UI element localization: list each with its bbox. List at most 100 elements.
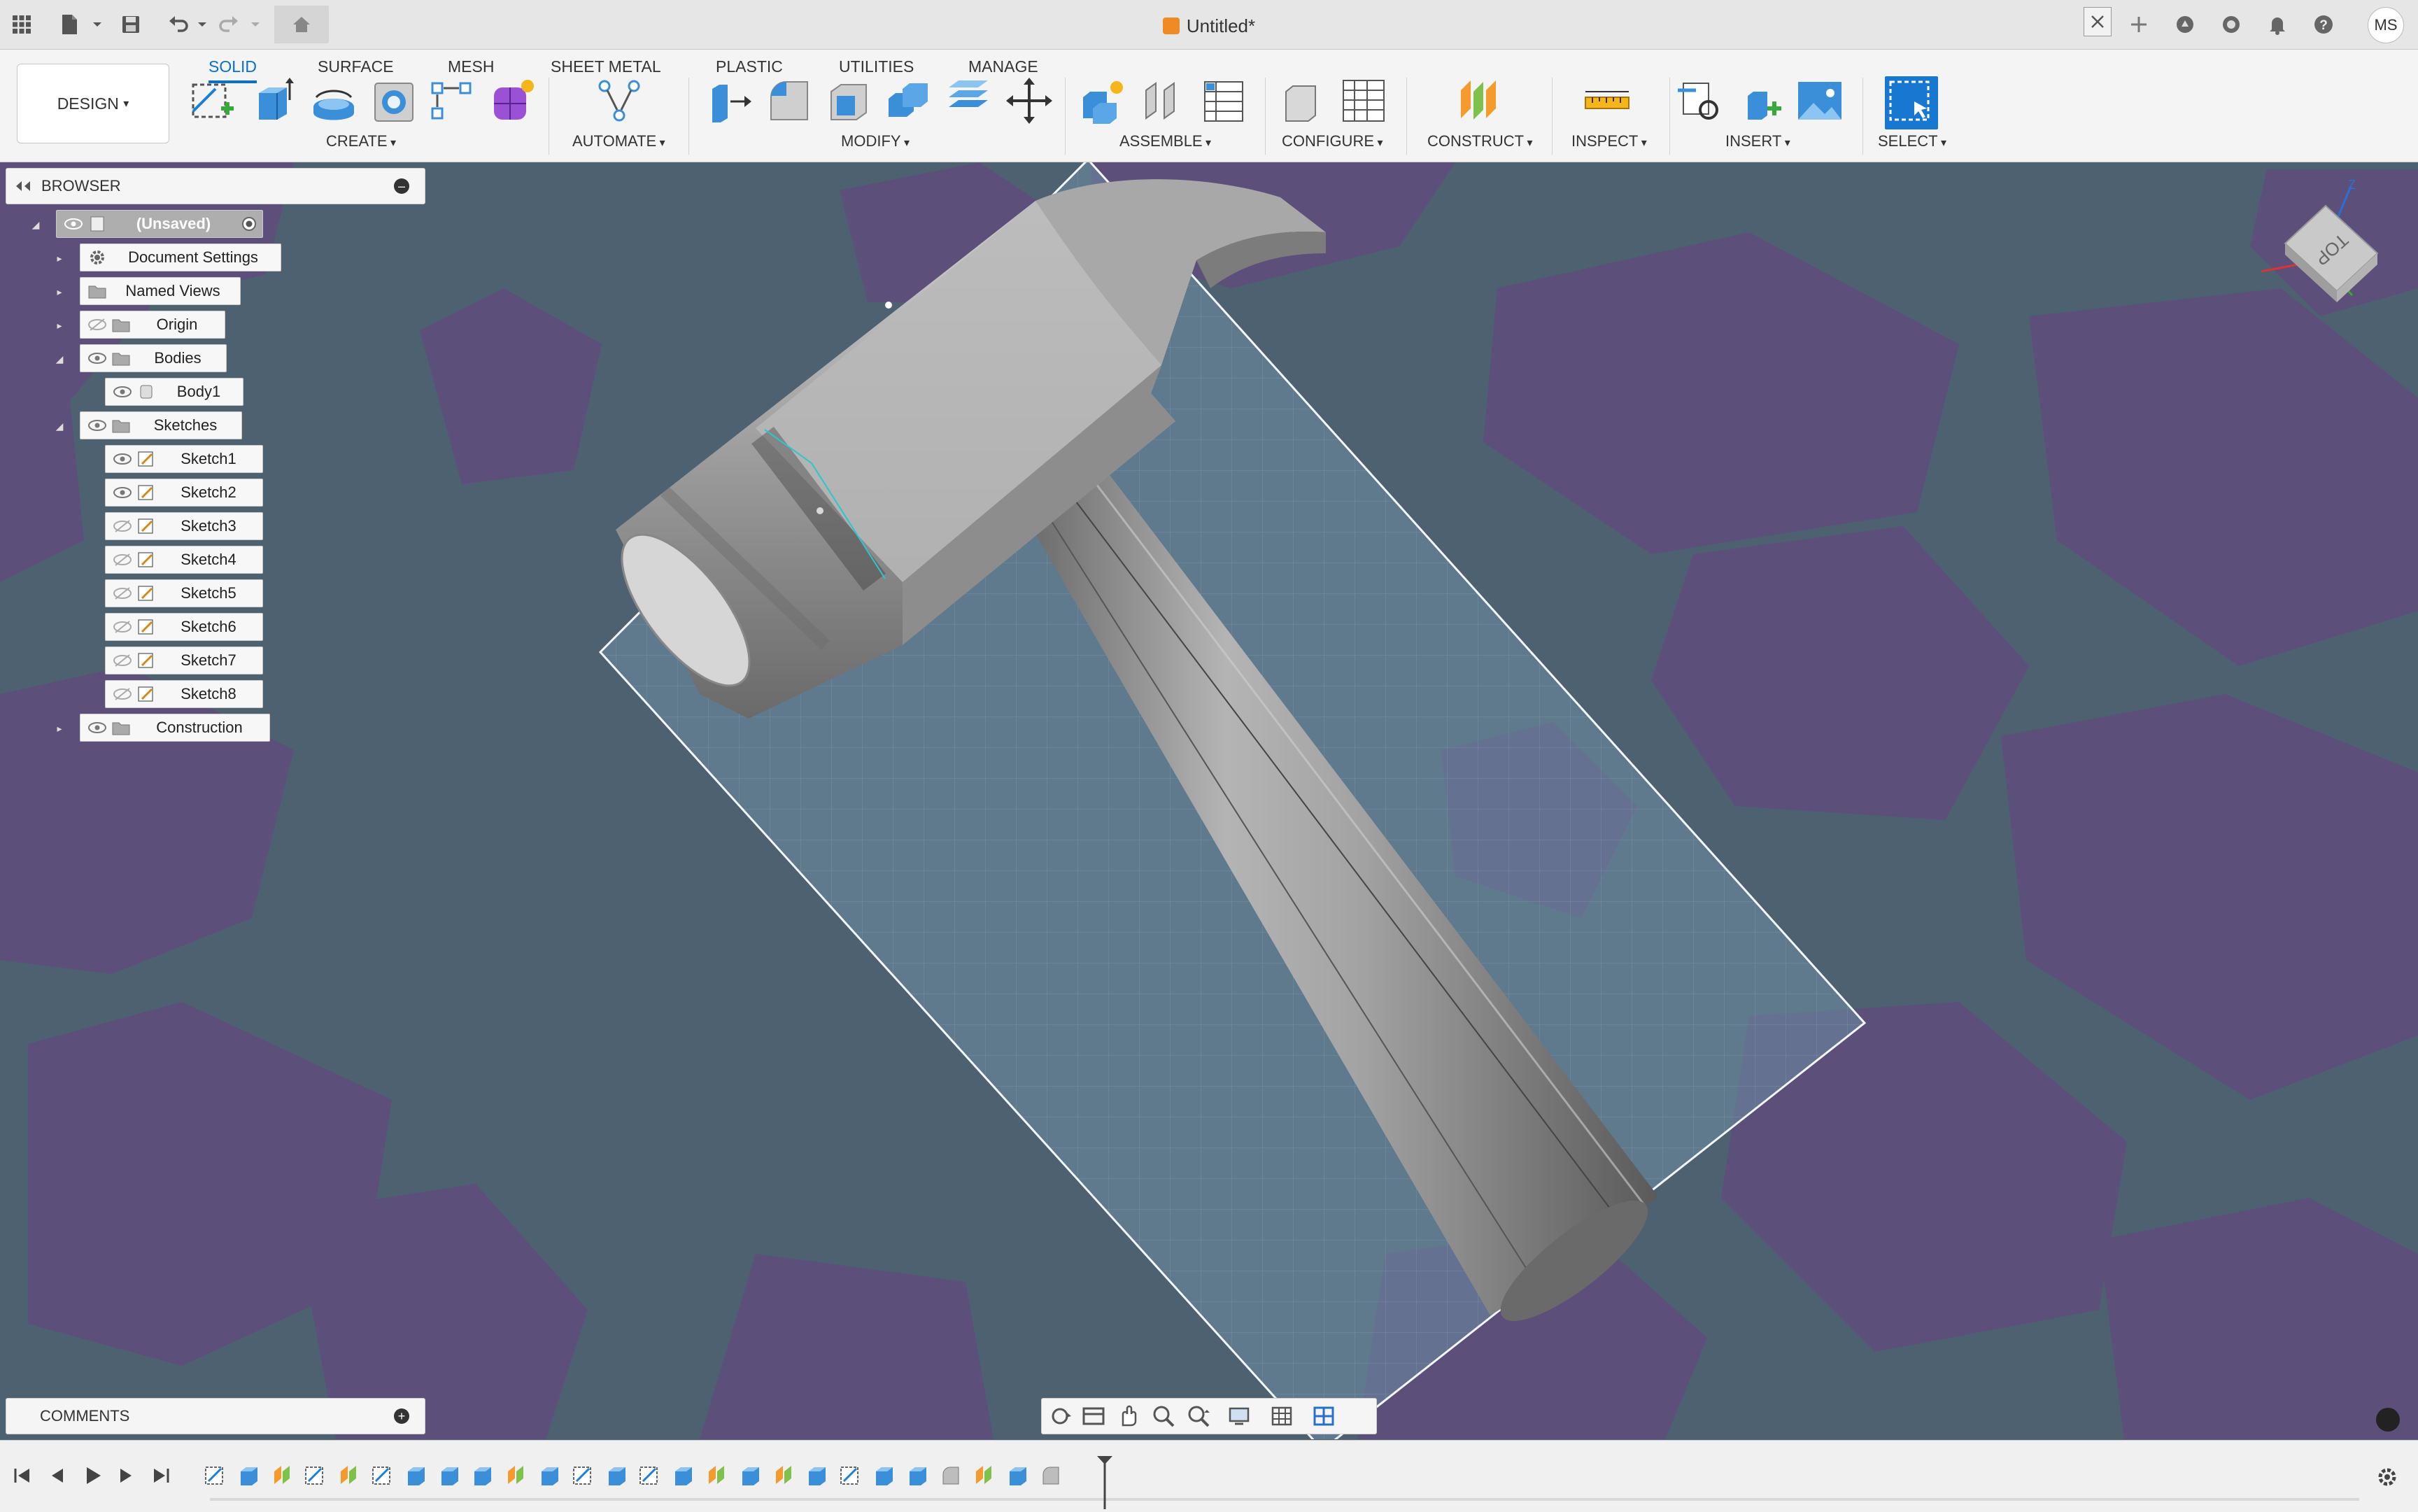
go-to-start-icon[interactable] [10,1463,35,1488]
timeline-extrude-feature-icon[interactable] [1005,1463,1029,1487]
offset-face-icon[interactable] [945,76,994,125]
browser-item-document-settings[interactable]: Document Settings [80,243,281,271]
collapse-bodies-icon[interactable]: ◢ [55,354,64,364]
browser-root-unsaved[interactable]: (Unsaved) [56,210,263,238]
browser-item-construction[interactable]: Construction [80,714,270,742]
play-icon[interactable] [80,1463,105,1488]
configuration-table-icon[interactable] [1339,76,1388,125]
expand-construction-icon[interactable]: ▸ [55,723,64,733]
browser-pin-icon[interactable]: – [394,178,409,194]
help-icon[interactable]: ? [2309,10,2338,39]
timeline-sketch-feature-icon[interactable] [203,1463,227,1487]
create-group-label[interactable]: CREATE [326,132,396,150]
timeline-extrude-feature-icon[interactable] [236,1463,260,1487]
visibility-eye-hidden-icon[interactable] [113,519,132,533]
browser-item-sketch[interactable]: Sketch5 [105,579,263,607]
add-comment-icon[interactable]: + [394,1408,409,1424]
offset-plane-icon[interactable] [1455,76,1504,125]
job-status-icon[interactable] [2216,10,2246,39]
extensions-icon[interactable] [2170,10,2200,39]
shell-icon[interactable] [824,76,873,125]
step-forward-icon[interactable] [113,1463,139,1488]
visibility-eye-icon[interactable] [87,721,107,735]
fillet-icon[interactable] [764,76,813,125]
timeline-settings-gear-icon[interactable] [2375,1464,2400,1490]
orbit-icon[interactable] [1049,1404,1074,1428]
user-avatar[interactable]: MS [2368,7,2404,43]
browser-item-sketch[interactable]: Sketch3 [105,512,263,540]
app-grid-icon[interactable] [7,10,36,39]
timeline-plane-feature-icon[interactable] [270,1463,294,1487]
timeline-extrude-feature-icon[interactable] [738,1463,762,1487]
browser-item-bodies[interactable]: Bodies [80,344,227,372]
view-cube[interactable]: Z TOP [2247,176,2387,316]
timeline-extrude-feature-icon[interactable] [470,1463,494,1487]
comments-panel-header[interactable]: COMMENTS + [6,1398,425,1434]
timeline-sketch-feature-icon[interactable] [303,1463,327,1487]
joint-icon[interactable] [1139,76,1188,125]
orbit-center-icon[interactable] [2376,1408,2400,1432]
inspect-group-label[interactable]: INSPECT [1571,132,1647,150]
timeline-revolve-feature-icon[interactable] [905,1463,929,1487]
timeline-plane-feature-icon[interactable] [772,1463,796,1487]
redo-icon[interactable] [214,10,243,39]
timeline-plane-feature-icon[interactable] [337,1463,360,1487]
timeline-extrude-feature-icon[interactable] [805,1463,828,1487]
select-group-label[interactable]: SELECT [1878,132,1946,150]
timeline-extrude-feature-icon[interactable] [671,1463,695,1487]
timeline-revolve-feature-icon[interactable] [437,1463,461,1487]
pan-hand-icon[interactable] [1116,1404,1141,1428]
undo-chevron-icon[interactable] [188,10,217,39]
browser-item-sketch[interactable]: Sketch6 [105,613,263,641]
visibility-eye-hidden-icon[interactable] [113,553,132,567]
visibility-eye-icon[interactable] [113,385,132,399]
go-to-end-icon[interactable] [148,1463,174,1488]
display-settings-icon[interactable] [1228,1404,1253,1428]
visibility-eye-icon[interactable] [87,418,107,432]
canvas-viewport[interactable]: Z TOP [0,162,2418,1439]
visibility-eye-icon[interactable] [113,452,132,466]
select-window-icon[interactable] [1885,76,1938,129]
bill-of-materials-icon[interactable] [1199,76,1248,125]
combine-icon[interactable] [884,76,933,125]
browser-item-origin[interactable]: Origin [80,311,225,339]
insert-canvas-icon[interactable] [1795,76,1844,125]
timeline-plane-feature-icon[interactable] [972,1463,996,1487]
collapse-sketches-icon[interactable]: ◢ [55,421,64,431]
automate-icon[interactable] [595,76,644,125]
browser-panel-header[interactable]: BROWSER – [6,168,425,204]
move-copy-icon[interactable] [1005,76,1054,125]
timeline-sketch-feature-icon[interactable] [370,1463,394,1487]
grid-settings-icon[interactable] [1270,1404,1295,1428]
file-menu-chevron-icon[interactable] [83,10,112,39]
browser-item-sketch[interactable]: Sketch2 [105,479,263,507]
construct-group-label[interactable]: CONSTRUCT [1427,132,1533,150]
browser-item-named-views[interactable]: Named Views [80,277,241,305]
browser-item-sketch[interactable]: Sketch8 [105,680,263,708]
expand-root-icon[interactable]: ◢ [31,220,41,229]
new-tab-plus-icon[interactable] [2124,10,2154,39]
zoom-icon[interactable] [1151,1404,1176,1428]
extrude-icon[interactable] [249,76,298,125]
expand-document-settings-icon[interactable]: ▸ [55,253,64,263]
timeline-fillet-feature-icon[interactable] [1039,1463,1063,1487]
new-component-icon[interactable] [1079,76,1128,125]
browser-item-sketch[interactable]: Sketch7 [105,647,263,674]
expand-origin-icon[interactable]: ▸ [55,320,64,330]
close-tab-icon[interactable] [2084,7,2112,36]
press-pull-icon[interactable] [704,76,753,125]
configure-group-label[interactable]: CONFIGURE [1282,132,1383,150]
browser-item-sketch[interactable]: Sketch4 [105,546,263,574]
file-menu-icon[interactable] [55,10,84,39]
insert-mcmaster-icon[interactable] [1735,76,1784,125]
browser-item-sketches[interactable]: Sketches [80,411,242,439]
redo-chevron-icon[interactable] [241,10,270,39]
timeline-marker[interactable] [1096,1455,1114,1511]
timeline-extrude-feature-icon[interactable] [604,1463,628,1487]
measure-icon[interactable] [1583,76,1632,125]
create-sketch-icon[interactable] [188,76,236,125]
assemble-group-label[interactable]: ASSEMBLE [1119,132,1211,150]
step-back-icon[interactable] [45,1463,70,1488]
notifications-bell-icon[interactable] [2263,10,2292,39]
timeline-fillet-feature-icon[interactable] [939,1463,963,1487]
